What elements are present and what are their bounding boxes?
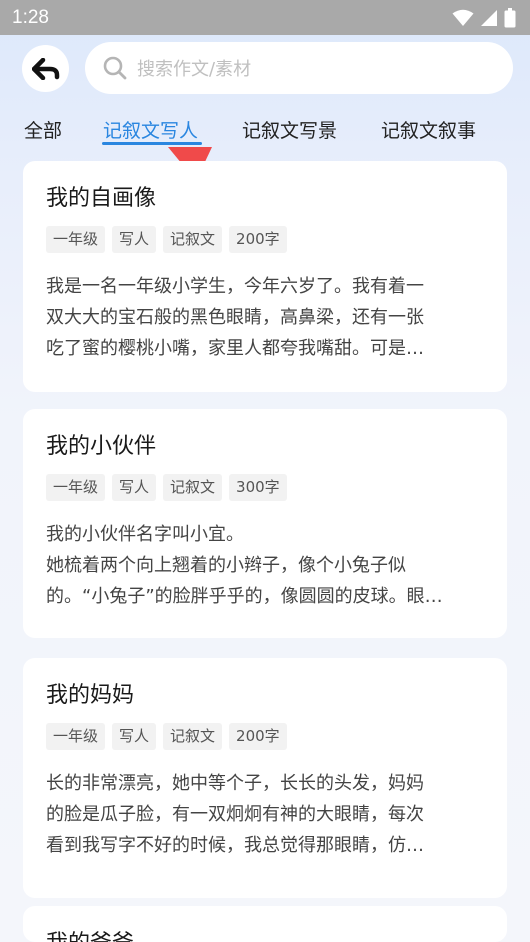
excerpt-line: 看到我写字不好的时候，我总觉得那眼睛，仿…: [46, 835, 424, 856]
article-title: 我的自画像: [46, 186, 157, 211]
excerpt-line: 的脸是瓜子脸，有一双炯炯有神的大眼睛，每次: [46, 804, 424, 825]
search-icon: [103, 56, 127, 80]
article-tags: 一年级 写人 记叙文 200字: [46, 226, 484, 253]
article-title: 我的爸爸: [46, 928, 484, 942]
article-tags: 一年级 写人 记叙文 300字: [46, 474, 484, 501]
article-card[interactable]: 我的小伙伴 一年级 写人 记叙文 300字 我的小伙伴名字叫小宜。 她梳着两个向…: [23, 409, 507, 638]
article-excerpt: 长的非常漂亮，她中等个子，长长的头发，妈妈 的脸是瓜子脸，有一双炯炯有神的大眼睛…: [46, 768, 476, 861]
tag-grade: 一年级: [46, 226, 106, 253]
excerpt-line: 双大大的宝石般的黑色眼睛，高鼻梁，还有一张: [46, 307, 424, 328]
article-excerpt: 我的小伙伴名字叫小宜。 她梳着两个向上翘着的小辫子，像个小兔子似 的。“小兔子”…: [46, 519, 476, 612]
article-card[interactable]: 我的爸爸: [23, 906, 507, 942]
excerpt-line: 我是一名一年级小学生，今年六岁了。我有着一: [46, 276, 424, 297]
tab-all[interactable]: 全部: [24, 116, 62, 143]
status-time: 1:28: [12, 6, 49, 28]
status-icons: [452, 7, 516, 28]
back-button[interactable]: [22, 45, 69, 92]
back-arrow-icon: [31, 57, 59, 80]
tag-topic: 写人: [112, 226, 157, 253]
excerpt-line: 我的小伙伴名字叫小宜。: [46, 524, 244, 545]
tag-genre: 记叙文: [163, 723, 223, 750]
article-tags: 一年级 写人 记叙文 200字: [46, 723, 484, 750]
tag-topic: 写人: [112, 723, 157, 750]
tag-grade: 一年级: [46, 474, 106, 501]
tag-length: 200字: [229, 226, 287, 253]
tag-length: 300字: [229, 474, 287, 501]
article-title: 我的小伙伴: [46, 434, 157, 459]
signal-icon: [481, 9, 497, 26]
article-card[interactable]: 我的妈妈 一年级 写人 记叙文 200字 长的非常漂亮，她中等个子，长长的头发，…: [23, 658, 507, 898]
tab-narrative-events[interactable]: 记叙文叙事: [381, 116, 476, 143]
article-card[interactable]: 我的自画像 一年级 写人 记叙文 200字 我是一名一年级小学生，今年六岁了。我…: [23, 161, 507, 392]
tag-length: 200字: [229, 723, 287, 750]
tag-grade: 一年级: [46, 723, 106, 750]
article-title: 我的妈妈: [46, 683, 135, 708]
excerpt-line: 她梳着两个向上翘着的小辫子，像个小兔子似: [46, 555, 406, 576]
excerpt-line: 长的非常漂亮，她中等个子，长长的头发，妈妈: [46, 773, 424, 794]
battery-icon: [504, 7, 516, 27]
tag-topic: 写人: [112, 474, 157, 501]
excerpt-line: 的。“小兔子”的脸胖乎乎的，像圆圆的皮球。眼…: [46, 586, 443, 607]
search-input[interactable]: 搜索作文/素材: [85, 42, 513, 94]
excerpt-line: 吃了蜜的樱桃小嘴，家里人都夸我嘴甜。可是…: [46, 338, 424, 359]
article-excerpt: 我是一名一年级小学生，今年六岁了。我有着一 双大大的宝石般的黑色眼睛，高鼻梁，还…: [46, 271, 476, 364]
status-bar: 1:28: [0, 0, 530, 35]
search-placeholder: 搜索作文/素材: [137, 59, 252, 80]
wifi-icon: [452, 9, 474, 26]
tag-genre: 记叙文: [163, 226, 223, 253]
tag-genre: 记叙文: [163, 474, 223, 501]
